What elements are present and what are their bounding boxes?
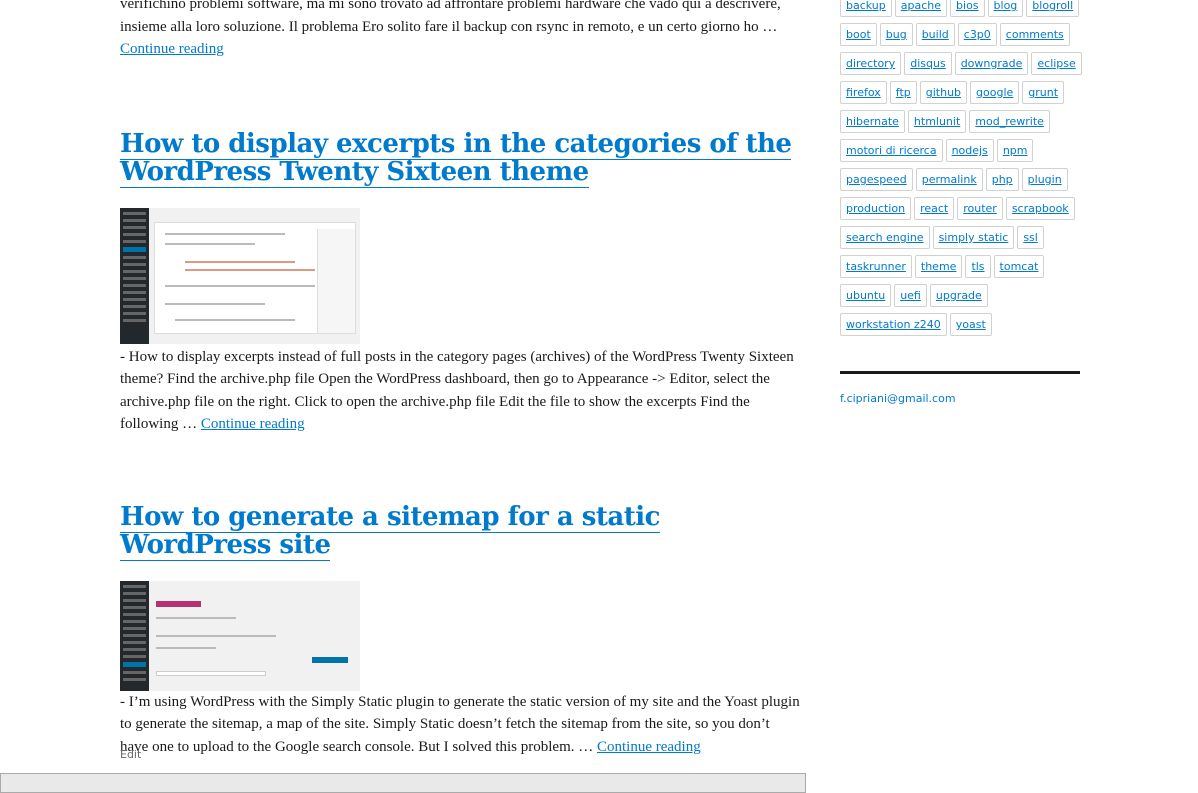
tag-link[interactable]: php — [985, 168, 1019, 191]
tag-link[interactable]: permalink — [915, 168, 983, 191]
tag-link[interactable]: htmlunit — [907, 110, 967, 133]
tag-link[interactable]: tomcat — [993, 255, 1045, 278]
tag-link[interactable]: taskrunner — [840, 255, 912, 278]
tag-link[interactable]: c3p0 — [957, 23, 997, 46]
tag-link[interactable]: comments — [999, 23, 1070, 46]
tag-cloud: backup apache bios blog blogroll boot bug build… — [840, 0, 1085, 336]
tag-link[interactable]: github — [919, 81, 968, 104]
continue-reading-link[interactable]: Continue reading — [201, 416, 305, 432]
tag-link[interactable]: tls — [965, 255, 991, 278]
continue-reading-link[interactable]: Continue reading — [597, 739, 701, 755]
tag-link[interactable]: pagespeed — [840, 168, 913, 191]
tag-link[interactable]: bug — [879, 23, 913, 46]
post-title[interactable]: How to display excerpts in the categorie… — [120, 128, 800, 188]
tag-link[interactable]: workstation z240 — [840, 313, 947, 336]
tag-link[interactable]: search engine — [840, 226, 930, 249]
tag-link[interactable]: hibernate — [840, 110, 905, 133]
post-excerpt: verifichino problemi software, ma mi son… — [120, 0, 800, 61]
tag-link[interactable]: boot — [840, 23, 877, 46]
tag-link[interactable]: router — [957, 197, 1003, 220]
post-item: How to display excerpts in the categorie… — [120, 128, 800, 436]
post-item: verifichino problemi software, ma mi son… — [120, 0, 800, 61]
tag-link[interactable]: react — [914, 197, 955, 220]
tag-link[interactable]: upgrade — [929, 284, 988, 307]
tag-link[interactable]: production — [840, 197, 912, 220]
tag-link[interactable]: scrapbook — [1005, 197, 1075, 220]
tag-link[interactable]: yoast — [949, 313, 992, 336]
tag-link[interactable]: google — [970, 81, 1020, 104]
tag-link[interactable]: simply static — [932, 226, 1015, 249]
tag-link[interactable]: uefi — [894, 284, 927, 307]
post-thumbnail[interactable] — [120, 207, 360, 344]
post-thumbnail[interactable] — [120, 580, 360, 691]
tag-link[interactable]: directory — [840, 52, 902, 75]
post-list: verifichino problemi software, ma mi son… — [120, 0, 800, 758]
tag-link[interactable]: grunt — [1022, 81, 1065, 104]
tag-link[interactable]: firefox — [840, 81, 887, 104]
tag-link[interactable]: downgrade — [954, 52, 1029, 75]
tag-link[interactable]: motori di ricerca — [840, 139, 943, 162]
tag-link[interactable]: blog — [987, 0, 1024, 17]
tag-link[interactable]: apache — [894, 0, 948, 17]
post-title[interactable]: How to generate a sitemap for a static W… — [120, 501, 800, 561]
sidebar-divider — [840, 371, 1080, 374]
tag-link[interactable]: backup — [840, 0, 892, 17]
tag-link[interactable]: ssl — [1017, 226, 1044, 249]
tag-link[interactable]: bios — [950, 0, 985, 17]
edit-link[interactable]: Edit — [120, 748, 141, 761]
continue-reading-link[interactable]: Continue reading — [120, 41, 224, 57]
tag-link[interactable]: eclipse — [1031, 52, 1082, 75]
bottom-panel — [0, 773, 806, 793]
post-excerpt: - How to display excerpts instead of ful… — [120, 346, 800, 436]
tag-link[interactable]: disqus — [904, 52, 952, 75]
excerpt-text: verifichino problemi software, ma mi son… — [120, 0, 781, 35]
tag-link[interactable]: ftp — [889, 81, 917, 104]
tag-link[interactable]: nodejs — [945, 139, 994, 162]
tag-link[interactable]: ubuntu — [840, 284, 892, 307]
tag-link[interactable]: mod_rewrite — [969, 110, 1050, 133]
tag-link[interactable]: theme — [914, 255, 963, 278]
email-link[interactable]: f.cipriani@gmail.com — [840, 392, 956, 405]
tag-link[interactable]: blogroll — [1026, 0, 1080, 17]
post-excerpt: - I’m using WordPress with the Simply St… — [120, 691, 800, 759]
tag-link[interactable]: plugin — [1021, 168, 1068, 191]
tag-link[interactable]: build — [915, 23, 955, 46]
tag-link[interactable]: npm — [996, 139, 1034, 162]
post-item: How to generate a sitemap for a static W… — [120, 501, 800, 759]
